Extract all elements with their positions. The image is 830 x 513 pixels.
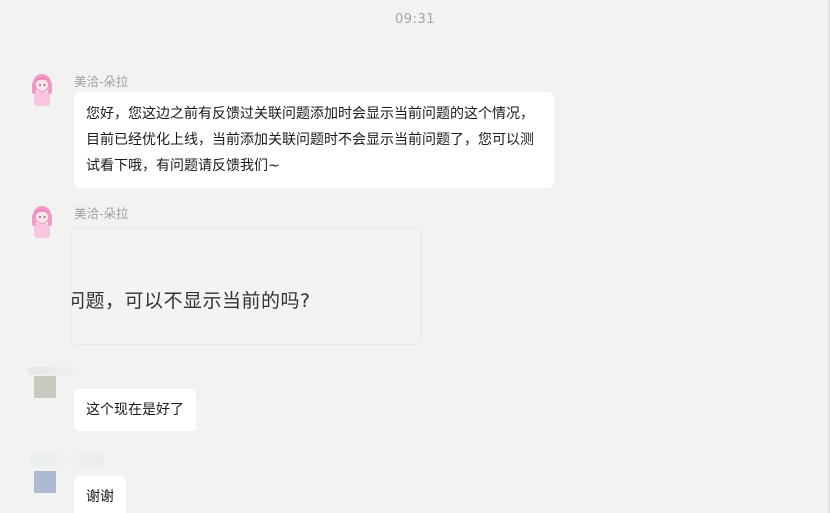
chat-window: 09:31 美洽-朵拉 您好，您这边之前有反馈过关联问题添加时会显示当前问题的这…	[0, 0, 830, 513]
agent-avatar-icon[interactable]	[26, 70, 58, 106]
agent-avatar-icon[interactable]	[26, 202, 58, 238]
user-avatar-icon[interactable]	[34, 471, 56, 493]
image-message[interactable]: 问题，可以不显示当前的吗?	[71, 227, 422, 345]
blurred-name	[30, 453, 104, 467]
image-message-text: 问题，可以不显示当前的吗?	[71, 290, 311, 312]
sender-name: 美洽-朵拉	[74, 206, 129, 221]
user-avatar-icon[interactable]	[34, 376, 56, 398]
message-timestamp: 09:31	[395, 12, 435, 27]
blurred-name	[28, 367, 80, 375]
sender-name: 美洽-朵拉	[74, 74, 129, 89]
message-bubble: 谢谢	[74, 476, 126, 513]
message-bubble: 您好，您这边之前有反馈过关联问题添加时会显示当前问题的这个情况，目前已经优化上线…	[74, 92, 554, 188]
message-bubble: 这个现在是好了	[74, 389, 196, 431]
